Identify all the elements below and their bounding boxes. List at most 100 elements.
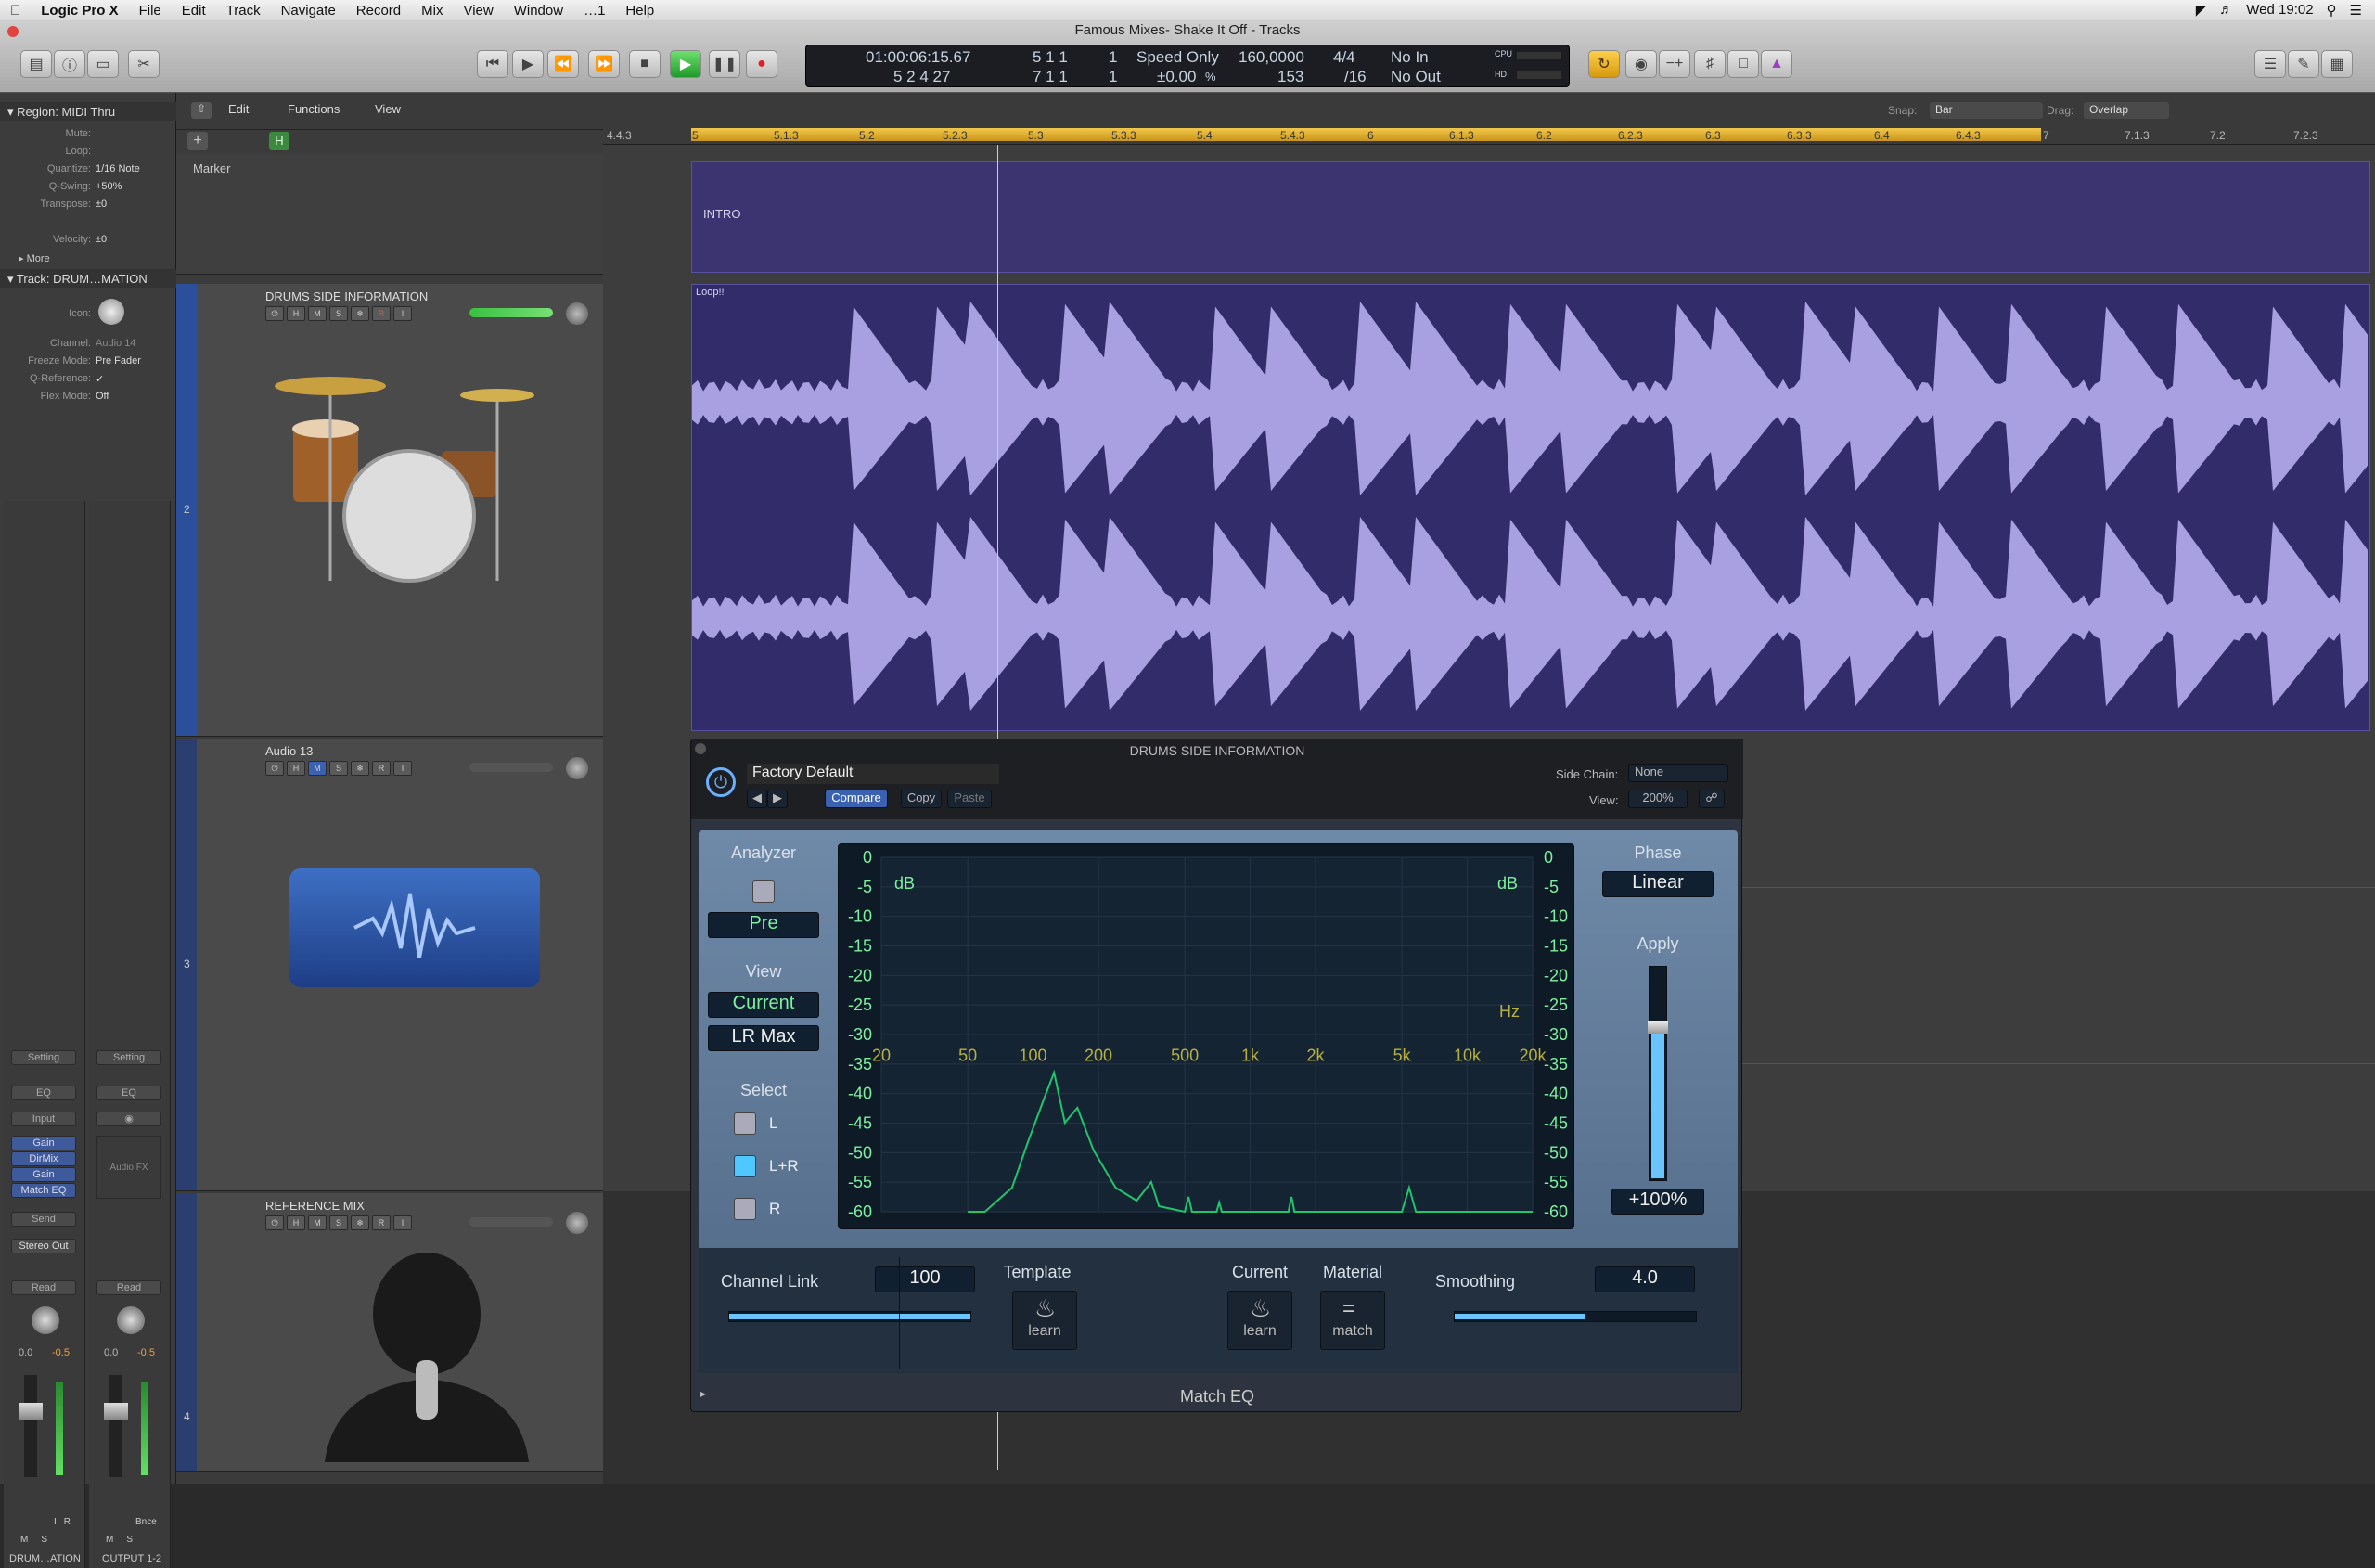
volume-fader[interactable]	[19, 1375, 43, 1477]
library-button[interactable]: ▤	[20, 50, 52, 78]
track-icon[interactable]	[98, 299, 124, 325]
automation-mode[interactable]: Read	[11, 1280, 76, 1295]
drag-select[interactable]: Overlap	[2084, 102, 2169, 119]
mute-button[interactable]: M	[106, 1535, 113, 1545]
record-button[interactable]: R	[372, 306, 391, 321]
solo-button[interactable]: □	[1727, 50, 1759, 78]
functions-menu[interactable]: Functions	[288, 102, 340, 116]
freeze-button[interactable]: ❄	[351, 1215, 369, 1230]
global-tracks-button[interactable]: H	[269, 132, 289, 150]
input-monitor-button[interactable]: I	[54, 1517, 57, 1527]
smoothing-value[interactable]: 4.0	[1595, 1266, 1695, 1292]
menu-record[interactable]: Record	[346, 3, 411, 19]
wifi-icon[interactable]: ◤	[2196, 2, 2207, 19]
inspector-more[interactable]: ▸ More	[19, 252, 195, 264]
menu-edit[interactable]: Edit	[172, 3, 216, 19]
select-left-checkbox[interactable]	[734, 1112, 756, 1135]
copy-button[interactable]: Copy	[901, 790, 942, 808]
fader-cap[interactable]	[104, 1403, 128, 1420]
mute-button[interactable]: M	[308, 1215, 327, 1230]
pause-button[interactable]: ❚❚	[709, 50, 740, 78]
menu-view[interactable]: View	[453, 3, 503, 19]
solo-button[interactable]: S	[329, 1215, 348, 1230]
freeze-button[interactable]: ❄	[351, 306, 369, 321]
stop-button[interactable]: ■	[629, 50, 661, 78]
plugin-slot[interactable]: Gain	[11, 1136, 76, 1150]
view-curve-select[interactable]: Current	[708, 992, 819, 1018]
mute-button[interactable]: M	[20, 1535, 28, 1545]
select-lr-checkbox[interactable]	[734, 1155, 756, 1177]
apple-icon[interactable]: 	[0, 3, 31, 19]
record-button[interactable]: R	[372, 761, 391, 776]
view-select[interactable]: 200%	[1628, 790, 1688, 808]
pan-knob[interactable]	[566, 1212, 588, 1234]
pan-knob[interactable]	[566, 302, 588, 325]
go-to-start-button[interactable]: ⏮	[477, 50, 508, 78]
menu-file[interactable]: File	[129, 3, 172, 19]
toolbar-button[interactable]: ▭	[87, 50, 119, 78]
notepad-button[interactable]: ✎	[2288, 50, 2319, 78]
solo-button[interactable]: S	[41, 1535, 47, 1545]
volume-icon[interactable]: ♬	[2219, 2, 2233, 19]
channel-link-slider[interactable]	[728, 1311, 971, 1322]
add-track-button[interactable]: +	[187, 132, 208, 150]
eq-button[interactable]: EQ	[96, 1086, 161, 1100]
bounce-button[interactable]: Bnce	[135, 1517, 157, 1527]
smart-controls-button[interactable]: ✂	[128, 50, 160, 78]
compare-button[interactable]: Compare	[825, 790, 888, 808]
input-button[interactable]: Input	[11, 1112, 76, 1126]
record-button[interactable]: ●	[746, 50, 777, 78]
setting-button[interactable]: Setting	[96, 1050, 161, 1065]
volume-slider[interactable]	[469, 308, 553, 317]
solo-button[interactable]: S	[329, 306, 348, 321]
lcd-display[interactable]: 01:00:06:15.67 5 2 4 27 5 1 1 1 7 1 1 1 …	[805, 45, 1570, 87]
setting-button[interactable]: Setting	[11, 1050, 76, 1065]
bypass-button[interactable]: ⏻	[706, 767, 736, 797]
solo-button[interactable]: S	[329, 761, 348, 776]
power-button[interactable]: ⏻	[265, 306, 284, 321]
phase-select[interactable]: Linear	[1602, 871, 1714, 897]
close-plugin-button[interactable]	[695, 743, 706, 754]
marker-region[interactable]: INTRO	[691, 161, 2370, 273]
track-header[interactable]: 4 REFERENCE MIX ⏻ H M S ❄ R I	[176, 1193, 603, 1472]
analyzer-mode-select[interactable]: Pre	[708, 912, 819, 938]
play-button[interactable]: ▶	[670, 50, 701, 78]
view-menu[interactable]: View	[375, 102, 401, 116]
record-enable-button[interactable]: R	[64, 1517, 71, 1527]
rewind-button[interactable]: ⏪	[547, 50, 579, 78]
cycle-button[interactable]: ↻	[1588, 50, 1620, 78]
track-name[interactable]: REFERENCE MIX	[265, 1199, 365, 1213]
track-name[interactable]: Audio 13	[265, 744, 313, 758]
power-button[interactable]: ⏻	[265, 761, 284, 776]
automation-mode[interactable]: Read	[96, 1280, 161, 1295]
track-name[interactable]: DRUMS SIDE INFORMATION	[265, 289, 428, 303]
plugin-slot[interactable]: Gain	[11, 1167, 76, 1182]
link-button[interactable]: ☍	[1699, 790, 1725, 808]
prev-preset-button[interactable]: ◀	[747, 790, 767, 808]
play-from-button[interactable]: ▶	[512, 50, 544, 78]
pan-knob[interactable]	[566, 757, 588, 779]
track-inspector-header[interactable]: ▾ Track: DRUM…MATION	[0, 269, 176, 288]
menu-navigate[interactable]: Navigate	[271, 3, 346, 19]
channel-link-value[interactable]: 100	[875, 1266, 975, 1292]
menu-app[interactable]: Logic Pro X	[31, 3, 128, 19]
audio-region[interactable]: Loop!!	[691, 284, 2370, 731]
eq-display[interactable]: 0 0 -5 -5 -10 -10 -15 -15 -20 -20 -25 -25 -30 -30 -35 -…	[838, 843, 1574, 1229]
inspector-button[interactable]: ⓘ	[54, 50, 85, 78]
volume-slider[interactable]	[469, 763, 553, 772]
replace-button[interactable]: −+	[1659, 50, 1690, 78]
record-button[interactable]: R	[372, 1215, 391, 1230]
eq-button[interactable]: EQ	[11, 1086, 76, 1100]
input-button[interactable]: I	[393, 1215, 412, 1230]
fader-cap[interactable]	[19, 1403, 43, 1420]
list-icon[interactable]: ☰	[2350, 2, 2362, 19]
pan-knob[interactable]	[32, 1306, 59, 1334]
region-inspector-header[interactable]: ▾ Region: MIDI Thru	[0, 102, 176, 121]
paste-button[interactable]: Paste	[947, 790, 992, 808]
hide-button[interactable]: H	[287, 306, 305, 321]
browser-button[interactable]: ▦	[2321, 50, 2353, 78]
mute-button[interactable]: M	[308, 761, 327, 776]
track-header[interactable]: 3 Audio 13 ⏻ H M S ❄ R I	[176, 739, 603, 1191]
track-header[interactable]: 2 DRUMS SIDE INFORMATION ⏻ H M S ❄ R I	[176, 284, 603, 737]
sidechain-select[interactable]: None	[1628, 764, 1728, 782]
